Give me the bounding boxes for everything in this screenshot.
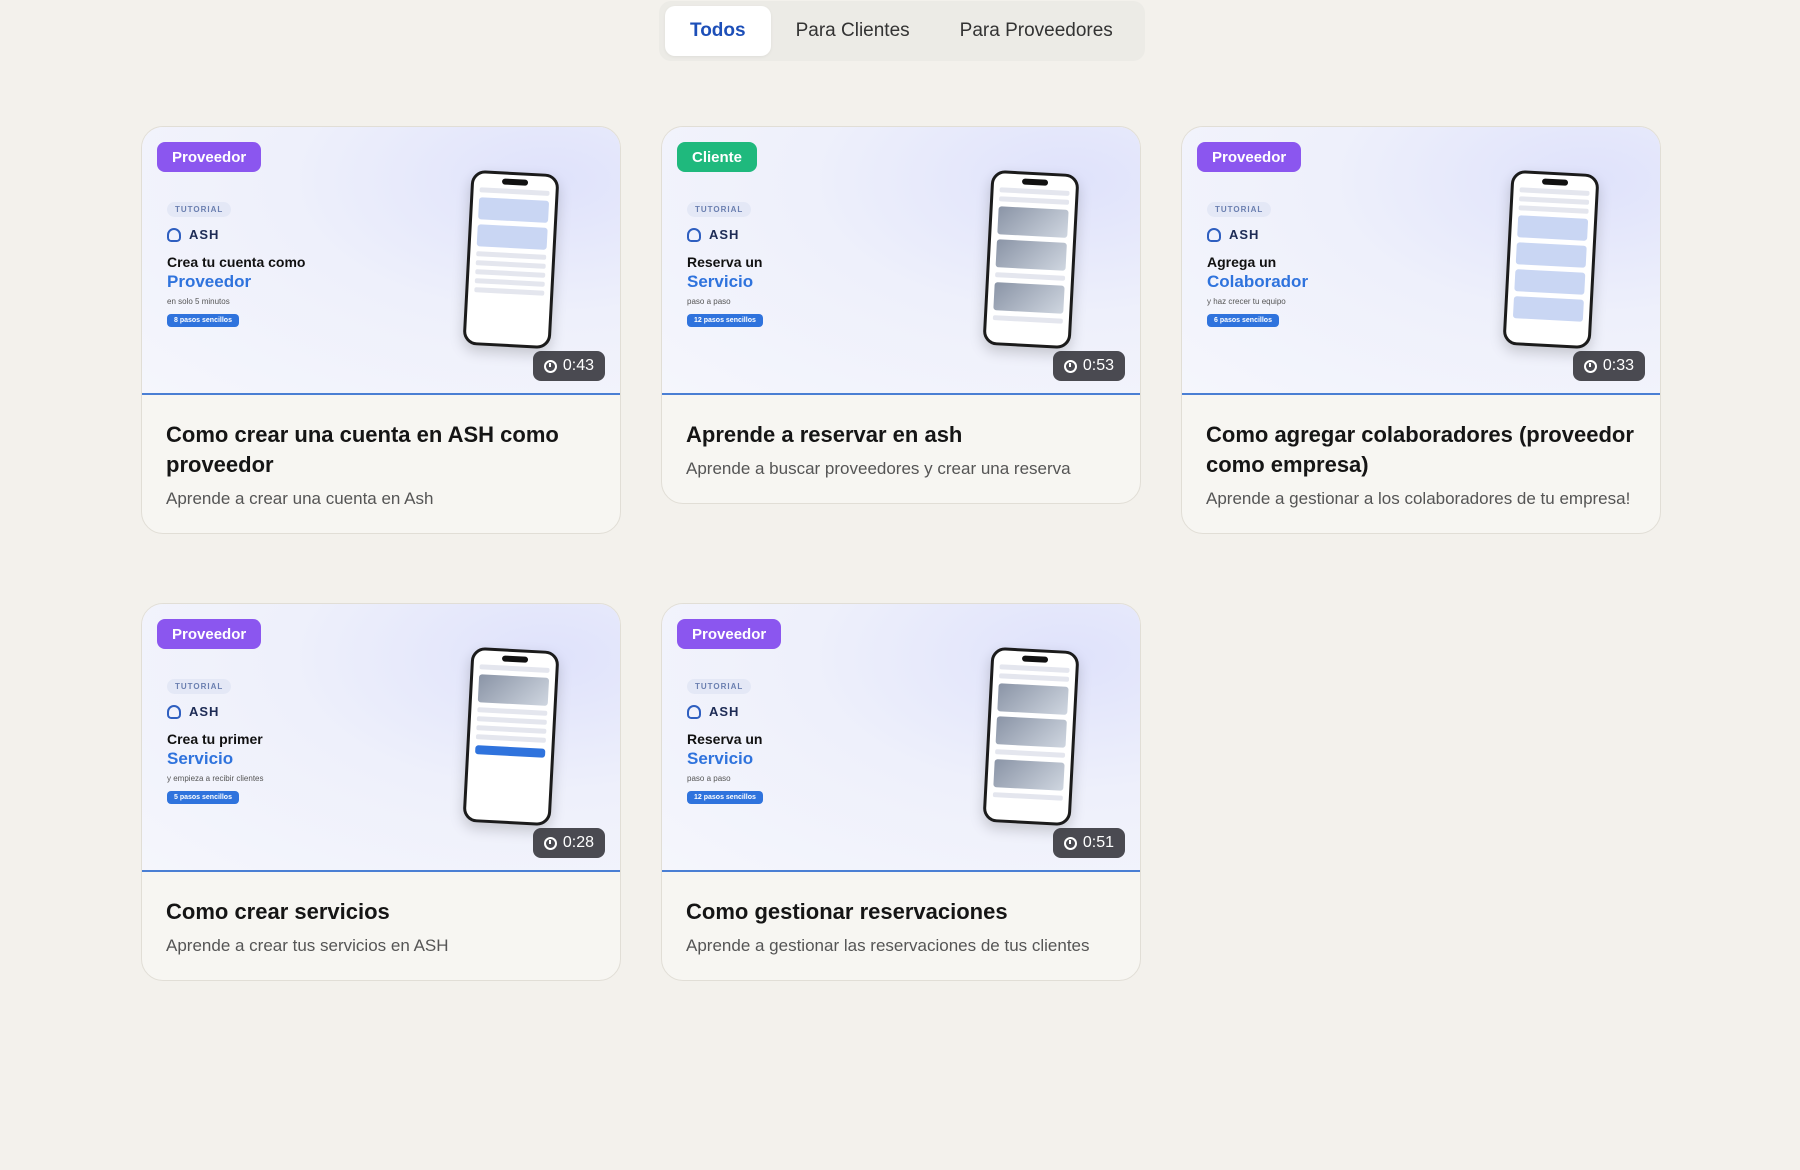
video-card[interactable]: Proveedor TUTORIAL ASH Agrega un Colabor… [1181, 126, 1661, 534]
slide-line2: Servicio [687, 749, 754, 768]
brand-name: ASH [709, 704, 740, 719]
tutorial-tag: TUTORIAL [167, 202, 232, 217]
video-description: Aprende a buscar proveedores y crear una… [686, 459, 1071, 478]
thumbnail-slide: TUTORIAL ASH Crea tu primer Servicio y e… [167, 676, 427, 804]
ash-logo-icon [687, 227, 701, 242]
phone-mockup [982, 646, 1080, 827]
filter-tabs: Todos Para Clientes Para Proveedores [659, 1, 1145, 61]
steps-pill: 12 pasos sencillos [687, 791, 763, 804]
steps-pill: 8 pasos sencillos [167, 314, 239, 327]
slide-line1: Crea tu cuenta como [167, 254, 306, 270]
video-card[interactable]: Cliente TUTORIAL ASH Reserva un Servicio… [661, 126, 1141, 504]
video-title[interactable]: Como crear servicios [166, 897, 596, 927]
video-thumbnail[interactable]: Proveedor TUTORIAL ASH Crea tu cuenta co… [142, 127, 620, 395]
thumbnail-slide: TUTORIAL ASH Crea tu cuenta como Proveed… [167, 199, 427, 327]
phone-mockup [462, 169, 560, 350]
slide-line1: Reserva un [687, 731, 763, 747]
duration-label: 0:33 [1602, 357, 1634, 374]
slide-line3: y haz crecer tu equipo [1207, 297, 1286, 306]
ash-logo-icon [687, 704, 701, 719]
video-title[interactable]: Como agregar colaboradores (proveedor co… [1206, 420, 1636, 480]
ash-logo-icon [167, 227, 181, 242]
category-badge: Proveedor [677, 619, 782, 649]
tutorial-tag: TUTORIAL [167, 679, 232, 694]
video-description: Aprende a crear una cuenta en Ash [166, 489, 434, 508]
brand-name: ASH [709, 227, 740, 242]
steps-pill: 12 pasos sencillos [687, 314, 763, 327]
thumbnail-slide: TUTORIAL ASH Agrega un Colaborador y haz… [1207, 199, 1467, 327]
video-card[interactable]: Proveedor TUTORIAL ASH Crea tu cuenta co… [141, 126, 621, 534]
clock-icon [543, 359, 557, 373]
video-card[interactable]: Proveedor TUTORIAL ASH Crea tu primer Se… [141, 603, 621, 981]
duration-badge: 0:43 [532, 351, 605, 381]
duration-label: 0:43 [562, 357, 594, 374]
brand-name: ASH [189, 227, 220, 242]
slide-line1: Reserva un [687, 254, 763, 270]
steps-pill: 5 pasos sencillos [167, 791, 239, 804]
ash-logo-icon [1207, 227, 1221, 242]
duration-label: 0:28 [562, 834, 594, 851]
video-description: Aprende a gestionar las reservaciones de… [686, 936, 1090, 955]
steps-pill: 6 pasos sencillos [1207, 314, 1279, 327]
slide-line3: paso a paso [687, 297, 731, 306]
category-badge: Proveedor [1197, 142, 1302, 172]
video-card[interactable]: Proveedor TUTORIAL ASH Reserva un Servic… [661, 603, 1141, 981]
tutorial-tag: TUTORIAL [687, 202, 752, 217]
tab-para-proveedores[interactable]: Para Proveedores [935, 6, 1138, 56]
category-badge: Proveedor [157, 142, 262, 172]
phone-mockup [1502, 169, 1600, 350]
clock-icon [1063, 836, 1077, 850]
thumbnail-slide: TUTORIAL ASH Reserva un Servicio paso a … [687, 676, 947, 804]
tutorial-tag: TUTORIAL [1207, 202, 1272, 217]
slide-line3: y empieza a recibir clientes [167, 774, 264, 783]
slide-line1: Agrega un [1207, 254, 1277, 270]
phone-mockup [462, 646, 560, 827]
slide-line2: Servicio [167, 749, 234, 768]
video-thumbnail[interactable]: Proveedor TUTORIAL ASH Crea tu primer Se… [142, 604, 620, 872]
thumbnail-slide: TUTORIAL ASH Reserva un Servicio paso a … [687, 199, 947, 327]
clock-icon [1583, 359, 1597, 373]
duration-label: 0:51 [1082, 834, 1114, 851]
video-title[interactable]: Como gestionar reservaciones [686, 897, 1116, 927]
slide-line2: Proveedor [167, 272, 252, 291]
video-title[interactable]: Como crear una cuenta en ASH como provee… [166, 420, 596, 480]
clock-icon [1063, 359, 1077, 373]
duration-badge: 0:28 [532, 828, 605, 858]
tab-para-clientes[interactable]: Para Clientes [771, 6, 935, 56]
phone-mockup [982, 169, 1080, 350]
duration-badge: 0:33 [1572, 351, 1645, 381]
duration-label: 0:53 [1082, 357, 1114, 374]
category-badge: Cliente [677, 142, 758, 172]
tab-todos[interactable]: Todos [665, 6, 771, 56]
video-thumbnail[interactable]: Proveedor TUTORIAL ASH Reserva un Servic… [662, 604, 1140, 872]
video-description: Aprende a gestionar a los colaboradores … [1206, 489, 1631, 508]
video-thumbnail[interactable]: Proveedor TUTORIAL ASH Agrega un Colabor… [1182, 127, 1660, 395]
video-description: Aprende a crear tus servicios en ASH [166, 936, 449, 955]
duration-badge: 0:51 [1052, 828, 1125, 858]
duration-badge: 0:53 [1052, 351, 1125, 381]
slide-line2: Servicio [687, 272, 754, 291]
brand-name: ASH [1229, 227, 1260, 242]
video-title[interactable]: Aprende a reservar en ash [686, 420, 1116, 450]
ash-logo-icon [167, 704, 181, 719]
slide-line2: Colaborador [1207, 272, 1309, 291]
clock-icon [543, 836, 557, 850]
slide-line3: en solo 5 minutos [167, 297, 230, 306]
video-thumbnail[interactable]: Cliente TUTORIAL ASH Reserva un Servicio… [662, 127, 1140, 395]
brand-name: ASH [189, 704, 220, 719]
slide-line3: paso a paso [687, 774, 731, 783]
slide-line1: Crea tu primer [167, 731, 263, 747]
category-badge: Proveedor [157, 619, 262, 649]
tutorial-tag: TUTORIAL [687, 679, 752, 694]
